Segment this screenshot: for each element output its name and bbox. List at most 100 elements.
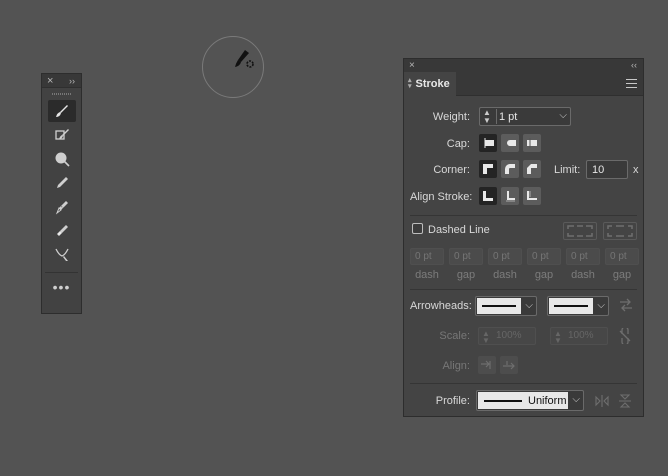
panel-menu-icon[interactable] <box>626 79 637 91</box>
weight-row: Weight: ▲▼ ⌵ <box>404 107 643 127</box>
end-arrowhead-select[interactable]: ⌵ <box>547 296 609 316</box>
brush-cursor <box>202 36 264 98</box>
pencil-tool[interactable] <box>48 172 76 194</box>
collapse-icon[interactable]: ›› <box>69 75 75 87</box>
swap-arrowheads-icon[interactable] <box>618 298 634 315</box>
profile-label: Profile: <box>435 395 470 407</box>
paintbrush-icon <box>55 105 68 117</box>
start-scale-stepper-icon: ▲ ▼ <box>482 329 490 345</box>
extend-arrow-icon <box>481 360 491 369</box>
close-icon[interactable]: × <box>409 59 415 72</box>
gap-2-label: gap <box>534 269 554 281</box>
stroke-panel: × ‹‹ ▴▾ Stroke Weight: ▲▼ ⌵ Cap: <box>403 58 644 417</box>
preserve-dash-button[interactable] <box>563 222 597 240</box>
end-scale-field[interactable]: ▲ ▼ 100% <box>550 327 608 345</box>
align-dash-corners-button[interactable] <box>603 222 637 240</box>
more-tools-button[interactable]: ••• <box>42 280 81 294</box>
projecting-cap-icon <box>527 138 537 148</box>
flip-along-icon[interactable] <box>595 394 609 411</box>
smooth-tool[interactable] <box>48 196 76 218</box>
gap-2-input[interactable] <box>527 248 561 265</box>
projecting-cap-button[interactable] <box>523 134 541 152</box>
cap-label: Cap: <box>446 138 470 150</box>
limit-input[interactable] <box>586 160 628 179</box>
profile-row: Profile: Uniform ⌵ <box>404 390 643 412</box>
miter-join-icon <box>483 164 493 174</box>
align-dash-icon <box>607 225 633 237</box>
arrow-align-label: Align: <box>442 360 470 372</box>
flip-across-icon[interactable] <box>618 394 632 411</box>
blob-brush-tool[interactable] <box>48 148 76 170</box>
chevron-down-icon: ⌵ <box>572 394 580 405</box>
gap-1-label: gap <box>456 269 476 281</box>
tools-separator <box>45 272 78 273</box>
tab-stroke[interactable]: ▴ ▾ Stroke <box>404 72 456 96</box>
round-cap-button[interactable] <box>501 134 519 152</box>
join-tool[interactable] <box>48 244 76 266</box>
profile-select[interactable]: Uniform ⌵ <box>476 390 584 411</box>
close-icon[interactable]: × <box>47 75 53 87</box>
paintbrush-cursor-icon <box>235 50 254 68</box>
start-scale-value: 100% <box>496 330 522 341</box>
align-outside-icon <box>527 191 537 200</box>
weight-field: ▲▼ ⌵ <box>479 107 571 126</box>
dash-1-label: dash <box>415 269 439 281</box>
gap-3-input[interactable] <box>605 248 639 265</box>
chevron-down-icon[interactable]: ⌵ <box>559 110 567 121</box>
link-scale-icon[interactable] <box>618 326 632 347</box>
dash-1-input[interactable] <box>410 248 444 265</box>
drag-grip[interactable] <box>51 90 72 98</box>
start-arrowhead-select[interactable]: ⌵ <box>475 296 537 316</box>
weight-input[interactable] <box>496 109 552 124</box>
start-arrowhead-preview <box>477 298 521 314</box>
arrow-align-row: Align: <box>404 356 643 376</box>
butt-cap-button[interactable] <box>479 134 497 152</box>
bevel-join-button[interactable] <box>523 160 541 178</box>
preserve-dash-icon <box>567 225 593 237</box>
align-stroke-label: Align Stroke: <box>410 191 473 203</box>
round-join-button[interactable] <box>501 160 519 178</box>
align-stroke-row: Align Stroke: <box>404 187 643 207</box>
section-divider <box>410 383 637 384</box>
start-scale-field[interactable]: ▲ ▼ 100% <box>478 327 536 345</box>
limit-unit: x <box>633 164 639 176</box>
dash-gap-fields: dash gap dash gap dash gap <box>404 248 643 284</box>
shaper-tool[interactable] <box>48 124 76 146</box>
chevron-down-icon: ⌵ <box>525 300 533 311</box>
limit-label: Limit: <box>554 164 581 176</box>
extend-arrow-tip-button[interactable] <box>478 356 496 374</box>
gap-1-input[interactable] <box>449 248 483 265</box>
scale-label: Scale: <box>439 330 470 342</box>
dash-3-input[interactable] <box>566 248 600 265</box>
section-divider <box>410 289 637 290</box>
end-scale-stepper-icon: ▲ ▼ <box>554 329 562 345</box>
weight-stepper-icon[interactable]: ▲ ▼ <box>483 109 491 125</box>
align-outside-button[interactable] <box>523 187 541 205</box>
tab-stroke-label: Stroke <box>415 78 450 90</box>
scale-row: Scale: ▲ ▼ 100% ▲ ▼ 100% <box>404 326 643 346</box>
end-scale-value: 100% <box>568 330 594 341</box>
collapse-icon[interactable]: ‹‹ <box>631 59 637 72</box>
align-center-button[interactable] <box>479 187 497 205</box>
align-center-icon <box>483 191 493 201</box>
dashed-line-checkbox[interactable] <box>412 223 423 234</box>
stroke-panel-titlebar[interactable]: × ‹‹ <box>404 59 643 72</box>
dash-2-label: dash <box>493 269 517 281</box>
align-inside-button[interactable] <box>501 187 519 205</box>
butt-cap-icon <box>484 138 494 148</box>
dashed-line-label: Dashed Line <box>428 224 490 236</box>
round-cap-icon <box>507 140 516 146</box>
dash-2-input[interactable] <box>488 248 522 265</box>
expand-options-icon[interactable]: ▴ ▾ <box>408 77 412 90</box>
smooth-tool-icon <box>55 201 68 215</box>
join-tool-icon <box>54 248 69 261</box>
place-arrow-tip-button[interactable] <box>500 356 518 374</box>
round-join-icon <box>505 164 515 174</box>
corner-label: Corner: <box>433 164 470 176</box>
paintbrush-tool[interactable] <box>47 100 76 122</box>
arrowheads-label: Arrowheads: <box>410 300 472 312</box>
miter-join-button[interactable] <box>479 160 497 178</box>
cap-row: Cap: <box>404 134 643 154</box>
path-eraser-tool[interactable] <box>48 220 76 242</box>
bevel-join-icon <box>527 164 537 174</box>
